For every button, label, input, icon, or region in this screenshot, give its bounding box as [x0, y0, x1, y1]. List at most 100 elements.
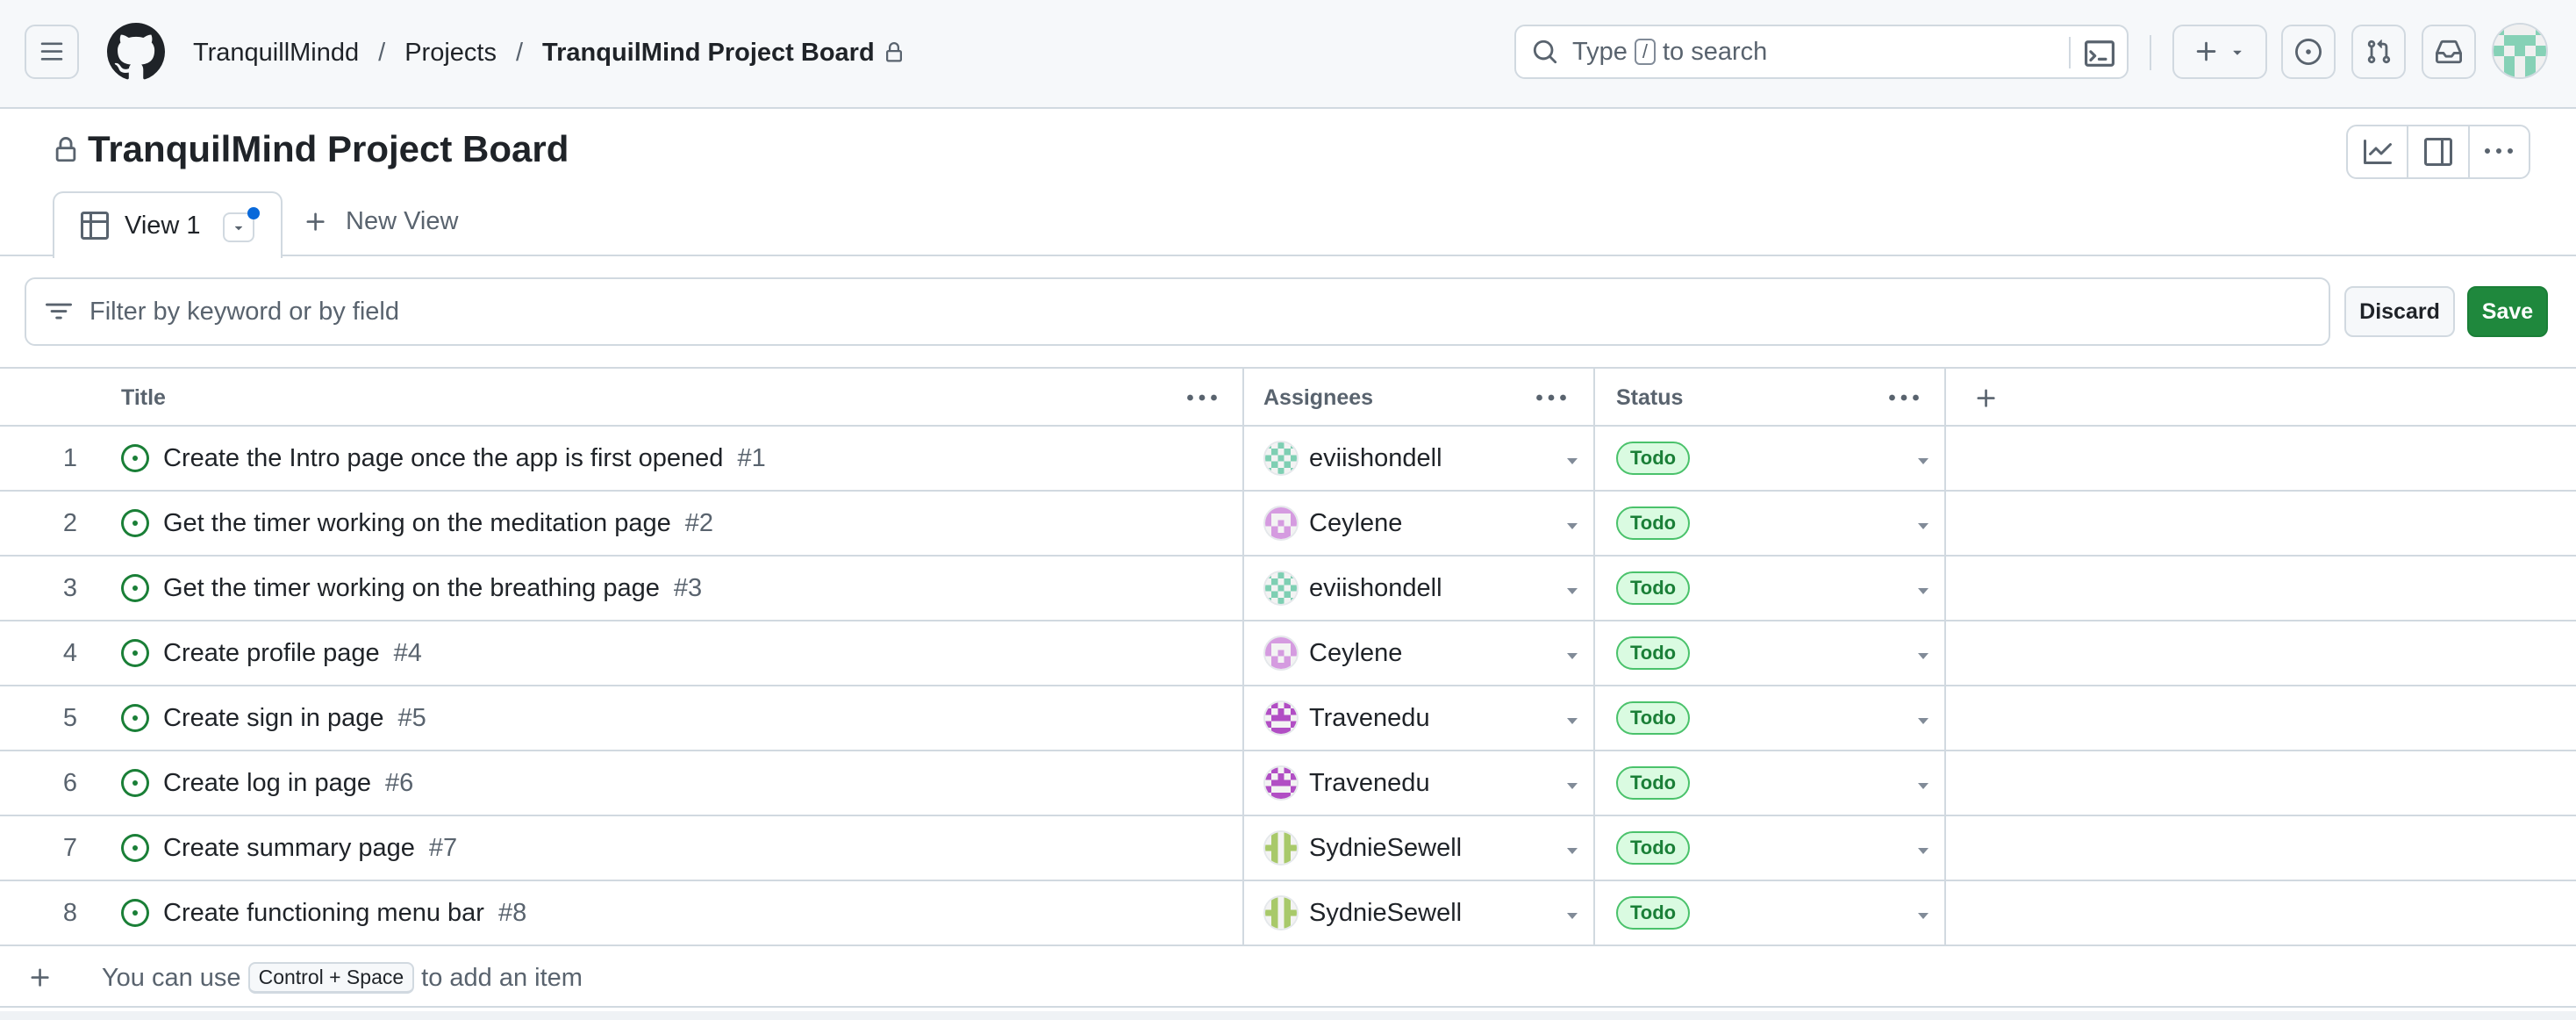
assignee-cell[interactable]: Ceylene	[1263, 492, 1402, 555]
issue-title-link[interactable]: Create functioning menu bar	[163, 899, 484, 928]
identicon-icon	[2494, 25, 2546, 77]
filter-input[interactable]: Filter by keyword or by field	[25, 277, 2330, 346]
create-new-button[interactable]	[2172, 25, 2267, 79]
identicon-icon	[1265, 572, 1297, 604]
title-cell[interactable]: Get the timer working on the meditation …	[121, 492, 713, 555]
insights-button[interactable]	[2348, 126, 2409, 177]
column-divider[interactable]	[1944, 367, 1946, 946]
issue-title-link[interactable]: Get the timer working on the breathing p…	[163, 574, 660, 603]
status-dropdown[interactable]	[1916, 650, 1930, 659]
table-row[interactable]: 3 Get the timer working on the breathing …	[0, 557, 2576, 621]
discard-button[interactable]: Discard	[2344, 286, 2455, 337]
issue-title-link[interactable]: Create profile page	[163, 639, 380, 668]
assignee-cell[interactable]: Ceylene	[1263, 621, 1402, 685]
assignee-dropdown[interactable]	[1565, 650, 1579, 659]
column-divider[interactable]	[1242, 367, 1244, 946]
user-avatar[interactable]	[2492, 23, 2548, 79]
command-palette-icon[interactable]	[2085, 39, 2114, 68]
column-header-status[interactable]: Status	[1616, 369, 1946, 427]
status-cell[interactable]: Todo	[1616, 492, 1691, 555]
table-row[interactable]: 5 Create sign in page #5 Travenedu Todo	[0, 686, 2576, 751]
search-input[interactable]: Type / to search	[1514, 25, 2129, 79]
row-number: 6	[62, 768, 78, 797]
assignee-dropdown[interactable]	[1565, 844, 1579, 854]
sidebar-expand-icon	[2423, 138, 2452, 166]
title-cell[interactable]: Create sign in page #5	[121, 686, 426, 750]
side-panel-button[interactable]	[2408, 126, 2470, 177]
column-header-assignees[interactable]: Assignees	[1263, 369, 1593, 427]
assignee-dropdown[interactable]	[1565, 455, 1579, 464]
status-cell[interactable]: Todo	[1616, 751, 1691, 815]
title-cell[interactable]: Get the timer working on the breathing p…	[121, 557, 702, 620]
new-view-button[interactable]: New View	[304, 207, 458, 236]
title-cell[interactable]: Create the Intro page once the app is fi…	[121, 427, 766, 490]
status-cell[interactable]: Todo	[1616, 816, 1691, 880]
add-item-row[interactable]: You can use Control + Space to add an it…	[0, 946, 2576, 1008]
assignee-cell[interactable]: SydnieSewell	[1263, 816, 1462, 880]
column-divider[interactable]	[1593, 367, 1595, 946]
assignee-cell[interactable]: eviishondell	[1263, 557, 1442, 620]
table-row[interactable]: 6 Create log in page #6 Travenedu Todo	[0, 751, 2576, 816]
table-row[interactable]: 2 Get the timer working on the meditation…	[0, 492, 2576, 557]
status-dropdown[interactable]	[1916, 520, 1930, 529]
add-item-hint: You can use Control + Space to add an it…	[102, 962, 583, 994]
menu-button[interactable]	[25, 25, 79, 79]
status-cell[interactable]: Todo	[1616, 686, 1691, 750]
assignee-dropdown[interactable]	[1565, 779, 1579, 789]
github-logo-icon[interactable]	[107, 23, 165, 81]
table-row[interactable]: 8 Create functioning menu bar #8 SydnieSewe…	[0, 881, 2576, 946]
table-row[interactable]: 1 Create the Intro page once the app is f…	[0, 427, 2576, 492]
table-row[interactable]: 7 Create summary page #7 SydnieSewell Todo	[0, 816, 2576, 881]
triangle-down-icon	[1918, 783, 1928, 789]
status-cell[interactable]: Todo	[1616, 427, 1691, 490]
triangle-down-icon	[1918, 913, 1928, 919]
assignee-cell[interactable]: Travenedu	[1263, 686, 1430, 750]
issue-title-link[interactable]: Create sign in page	[163, 704, 384, 733]
title-cell[interactable]: Create log in page #6	[121, 751, 413, 815]
more-options-button[interactable]	[2470, 126, 2529, 177]
status-dropdown[interactable]	[1916, 455, 1930, 464]
status-cell[interactable]: Todo	[1616, 621, 1691, 685]
status-dropdown[interactable]	[1916, 715, 1930, 724]
status-dropdown[interactable]	[1916, 909, 1930, 919]
issue-title-link[interactable]: Create the Intro page once the app is fi…	[163, 444, 723, 473]
assignee-dropdown[interactable]	[1565, 715, 1579, 724]
title-cell[interactable]: Create summary page #7	[121, 816, 457, 880]
column-options-icon[interactable]	[1535, 388, 1567, 407]
assignee-cell[interactable]: Travenedu	[1263, 751, 1430, 815]
status-dropdown[interactable]	[1916, 779, 1930, 789]
column-options-icon[interactable]	[1888, 388, 1920, 407]
issue-title-link[interactable]: Create log in page	[163, 769, 371, 798]
table-row[interactable]: 4 Create profile page #4 Ceylene Todo	[0, 621, 2576, 686]
assignee-dropdown[interactable]	[1565, 585, 1579, 594]
issue-opened-icon	[121, 769, 149, 797]
status-cell[interactable]: Todo	[1616, 881, 1691, 945]
assignee-dropdown[interactable]	[1565, 520, 1579, 529]
column-header-title[interactable]: Title	[121, 369, 1244, 427]
inbox-button[interactable]	[2422, 25, 2476, 79]
header-divider	[2150, 35, 2151, 70]
breadcrumb-project[interactable]: TranquilMind Project Board	[542, 39, 875, 68]
title-cell[interactable]: Create functioning menu bar #8	[121, 881, 526, 945]
issue-title-link[interactable]: Get the timer working on the meditation …	[163, 509, 671, 538]
column-assignees-label: Assignees	[1263, 384, 1374, 410]
issue-title-link[interactable]: Create summary page	[163, 834, 415, 863]
tab-view-1[interactable]: View 1	[53, 191, 283, 258]
assignee-cell[interactable]: eviishondell	[1263, 427, 1442, 490]
issues-button[interactable]	[2281, 25, 2336, 79]
breadcrumb-owner[interactable]: TranquillMindd	[193, 39, 359, 68]
breadcrumb-projects[interactable]: Projects	[404, 39, 497, 68]
column-status-label: Status	[1616, 384, 1684, 410]
add-field-icon[interactable]	[1974, 386, 1999, 411]
status-dropdown[interactable]	[1916, 585, 1930, 594]
lock-icon	[55, 137, 76, 162]
column-title-label: Title	[121, 384, 166, 410]
status-cell[interactable]: Todo	[1616, 557, 1691, 620]
save-button[interactable]: Save	[2467, 286, 2548, 337]
assignee-dropdown[interactable]	[1565, 909, 1579, 919]
column-options-icon[interactable]	[1186, 388, 1218, 407]
assignee-cell[interactable]: SydnieSewell	[1263, 881, 1462, 945]
pull-requests-button[interactable]	[2351, 25, 2406, 79]
title-cell[interactable]: Create profile page #4	[121, 621, 422, 685]
status-dropdown[interactable]	[1916, 844, 1930, 854]
